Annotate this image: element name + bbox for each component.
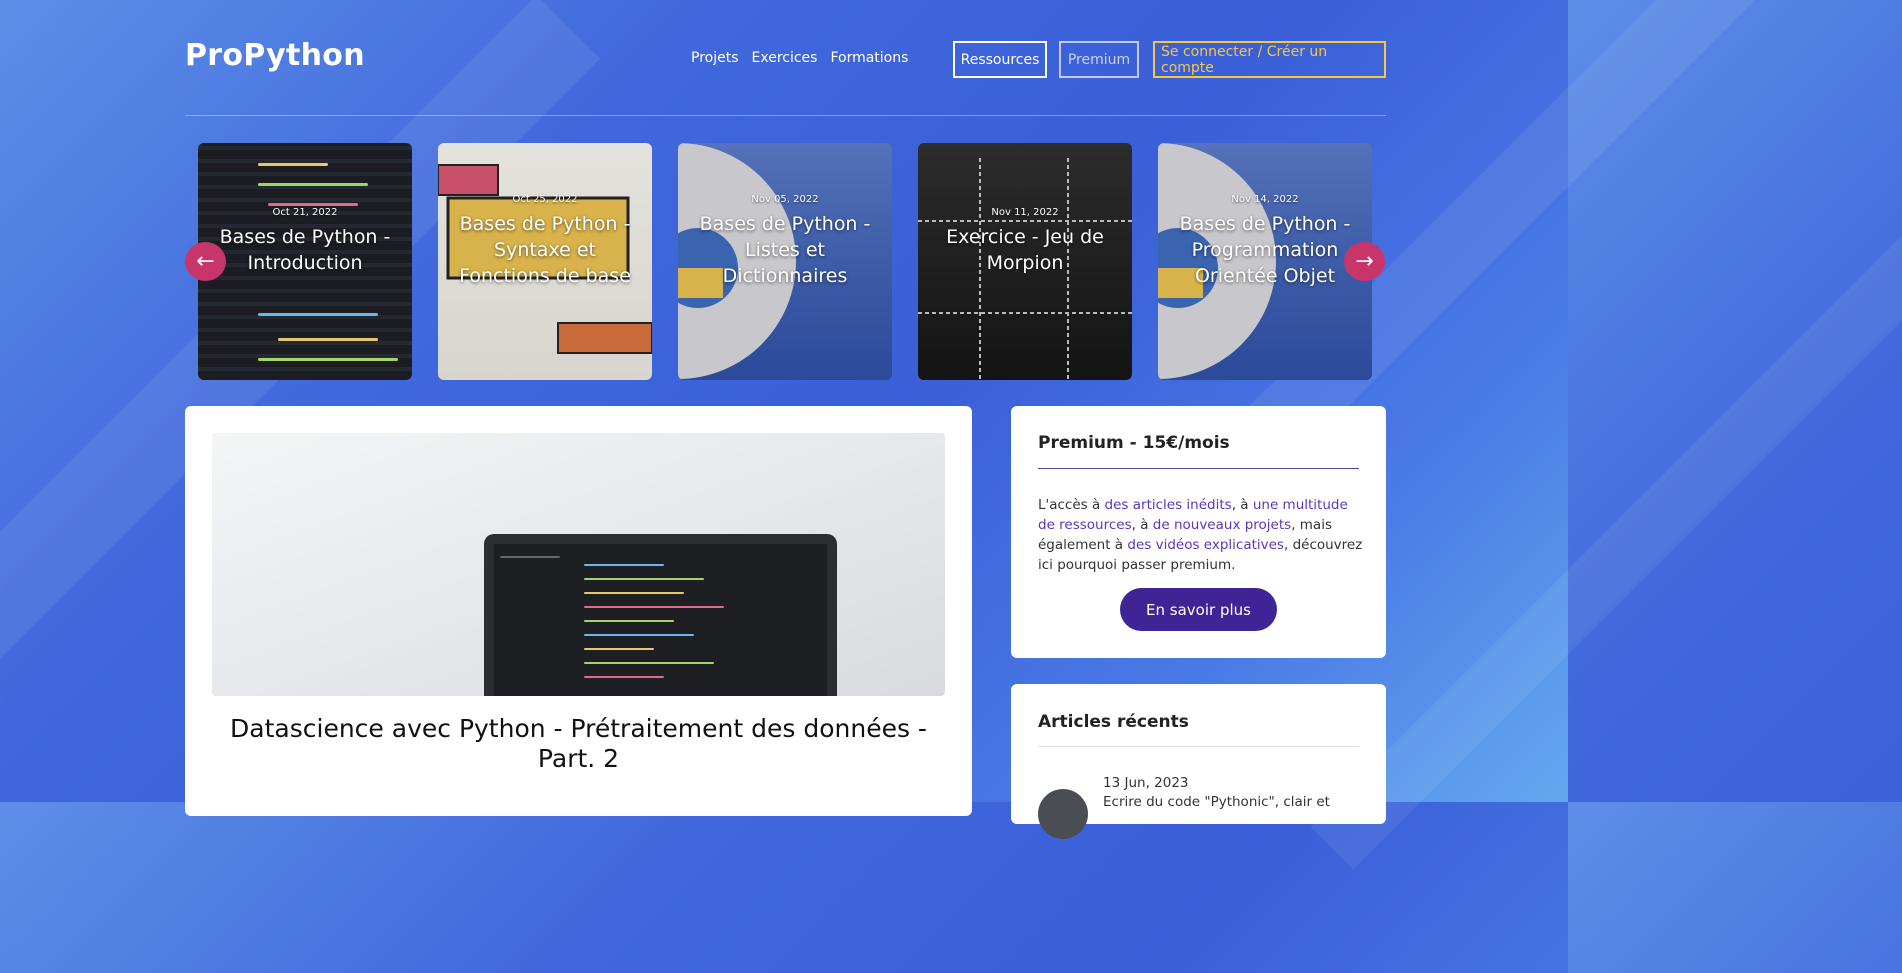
nav-item-projets[interactable]: Projets bbox=[691, 50, 739, 66]
article-hero-image[interactable] bbox=[212, 433, 945, 696]
card-overlay: Nov 05, 2022 Bases de Python - Listes et… bbox=[678, 143, 892, 380]
recent-articles-box: Articles récents 13 Jun, 2023 Ecrire du … bbox=[1011, 684, 1386, 839]
link-videos[interactable]: des vidéos explicatives bbox=[1127, 537, 1284, 553]
recent-article-title[interactable]: Ecrire du code "Pythonic", clair et bbox=[1103, 794, 1330, 810]
carousel-card[interactable]: Nov 05, 2022 Bases de Python - Listes et… bbox=[678, 143, 892, 380]
card-title: Bases de Python - Listes et Dictionnaire… bbox=[699, 213, 871, 287]
premium-box-title: Premium - 15€/mois bbox=[1038, 433, 1230, 453]
resources-button[interactable]: Ressources bbox=[953, 41, 1047, 78]
premium-box: Premium - 15€/mois L'accès à des article… bbox=[1011, 406, 1386, 658]
card-overlay: Oct 21, 2022 Bases de Python - Introduct… bbox=[198, 143, 412, 380]
premium-button[interactable]: Premium bbox=[1059, 41, 1139, 78]
main-nav: Projets Exercices Formations bbox=[691, 50, 908, 66]
code-screen bbox=[494, 544, 827, 696]
card-overlay: Nov 11, 2022 Exercice - Jeu de Morpion bbox=[918, 143, 1132, 380]
site-header: ProPython Projets Exercices Formations R… bbox=[185, 36, 1386, 82]
article-title[interactable]: Datascience avec Python - Prétraitement … bbox=[212, 714, 945, 774]
arrow-right-icon: → bbox=[1355, 249, 1374, 274]
premium-box-divider bbox=[1038, 468, 1359, 469]
card-title: Bases de Python - Introduction bbox=[219, 226, 391, 274]
recent-article-thumbnail[interactable] bbox=[1038, 789, 1088, 839]
recent-articles-divider bbox=[1038, 746, 1359, 747]
card-date: Nov 11, 2022 bbox=[991, 207, 1059, 218]
login-button[interactable]: Se connecter / Créer un compte bbox=[1153, 41, 1386, 78]
carousel-card[interactable]: Nov 14, 2022 Bases de Python - Programma… bbox=[1158, 143, 1372, 380]
laptop-illustration bbox=[484, 534, 837, 696]
link-articles[interactable]: des articles inédits bbox=[1105, 497, 1232, 513]
card-overlay: Nov 14, 2022 Bases de Python - Programma… bbox=[1158, 143, 1372, 380]
carousel-card[interactable]: Oct 21, 2022 Bases de Python - Introduct… bbox=[198, 143, 412, 380]
learn-more-button[interactable]: En savoir plus bbox=[1120, 588, 1277, 631]
card-date: Oct 25, 2022 bbox=[512, 194, 578, 205]
carousel-card[interactable]: Nov 11, 2022 Exercice - Jeu de Morpion bbox=[918, 143, 1132, 380]
featured-article: Datascience avec Python - Prétraitement … bbox=[185, 406, 972, 816]
card-date: Nov 14, 2022 bbox=[1231, 194, 1299, 205]
site-logo[interactable]: ProPython bbox=[185, 38, 365, 73]
card-date: Oct 21, 2022 bbox=[272, 207, 338, 218]
card-overlay: Oct 25, 2022 Bases de Python - Syntaxe e… bbox=[438, 143, 652, 380]
premium-box-text: L'accès à des articles inédits, à une mu… bbox=[1038, 497, 1363, 573]
header-divider bbox=[185, 115, 1386, 116]
card-title: Bases de Python - Syntaxe et Fonctions d… bbox=[459, 213, 631, 287]
card-title: Bases de Python - Programmation Orientée… bbox=[1179, 213, 1351, 287]
nav-item-formations[interactable]: Formations bbox=[830, 50, 908, 66]
carousel-next-button[interactable]: → bbox=[1344, 242, 1385, 281]
carousel-prev-button[interactable]: ← bbox=[185, 242, 226, 281]
article-carousel: Oct 21, 2022 Bases de Python - Introduct… bbox=[198, 143, 1372, 380]
card-date: Nov 05, 2022 bbox=[751, 194, 819, 205]
link-projets[interactable]: de nouveaux projets bbox=[1153, 517, 1291, 533]
recent-article-date: 13 Jun, 2023 bbox=[1103, 775, 1189, 791]
card-title: Exercice - Jeu de Morpion bbox=[946, 226, 1104, 274]
carousel-card[interactable]: Oct 25, 2022 Bases de Python - Syntaxe e… bbox=[438, 143, 652, 380]
recent-articles-title: Articles récents bbox=[1038, 712, 1189, 732]
arrow-left-icon: ← bbox=[196, 249, 215, 274]
nav-item-exercices[interactable]: Exercices bbox=[752, 50, 818, 66]
